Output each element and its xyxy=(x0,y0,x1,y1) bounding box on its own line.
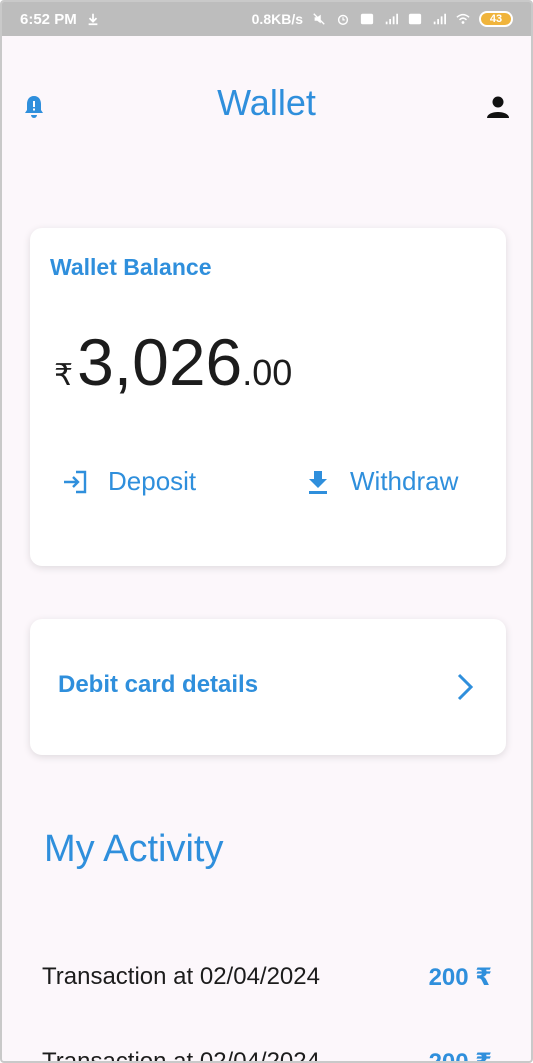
wallet-balance-card: Wallet Balance ₹ 3,026 .00 Deposit Withd… xyxy=(30,228,506,566)
wallet-balance-label: Wallet Balance xyxy=(50,254,212,280)
currency-symbol: ₹ xyxy=(54,359,74,392)
transaction-amount: 200 ₹ xyxy=(428,963,492,991)
volte-icon xyxy=(360,13,374,25)
app-header: Wallet xyxy=(2,72,531,142)
wallet-screen: 6:52 PM 0.8KB/s 43 Wallet Wallet Balance… xyxy=(0,0,533,1063)
mute-icon xyxy=(313,13,325,25)
withdraw-button[interactable]: Withdraw xyxy=(304,466,458,497)
chevron-right-icon xyxy=(457,673,474,701)
balance-amount: ₹ 3,026 .00 xyxy=(54,324,292,400)
balance-integer: 3,026 xyxy=(77,325,243,399)
debit-card-details-card[interactable]: Debit card details xyxy=(30,619,506,755)
deposit-label: Deposit xyxy=(108,466,197,496)
transaction-amount: 200 ₹ xyxy=(428,1048,492,1063)
status-time: 6:52 PM xyxy=(20,10,77,28)
debit-card-label: Debit card details xyxy=(58,671,259,698)
status-bar: 6:52 PM 0.8KB/s 43 xyxy=(2,2,531,36)
signal-icon xyxy=(433,13,446,25)
status-right: 0.8KB/s 43 xyxy=(252,11,513,27)
download-icon xyxy=(309,470,327,494)
my-activity-title: My Activity xyxy=(44,828,224,870)
network-speed: 0.8KB/s xyxy=(251,11,303,27)
status-left: 6:52 PM xyxy=(20,11,101,28)
deposit-button[interactable]: Deposit xyxy=(62,466,196,497)
balance-decimal: .00 xyxy=(242,352,293,393)
wifi-icon xyxy=(456,13,470,24)
page-title: Wallet xyxy=(217,82,316,123)
download-icon xyxy=(88,13,98,26)
transaction-label: Transaction at 02/04/2024 xyxy=(42,963,320,990)
login-icon xyxy=(64,470,87,493)
transaction-label: Transaction at 02/04/2024 xyxy=(42,1048,320,1063)
profile-icon[interactable] xyxy=(485,94,511,120)
battery-indicator: 43 xyxy=(479,11,513,27)
alarm-icon xyxy=(337,14,349,25)
signal-4g-icon xyxy=(385,13,398,25)
volte-icon-2 xyxy=(408,13,422,25)
withdraw-label: Withdraw xyxy=(350,466,459,496)
transaction-row[interactable]: Transaction at 02/04/2024 200 ₹ xyxy=(42,957,492,997)
transaction-row[interactable]: Transaction at 02/04/2024 200 ₹ xyxy=(42,1042,492,1063)
